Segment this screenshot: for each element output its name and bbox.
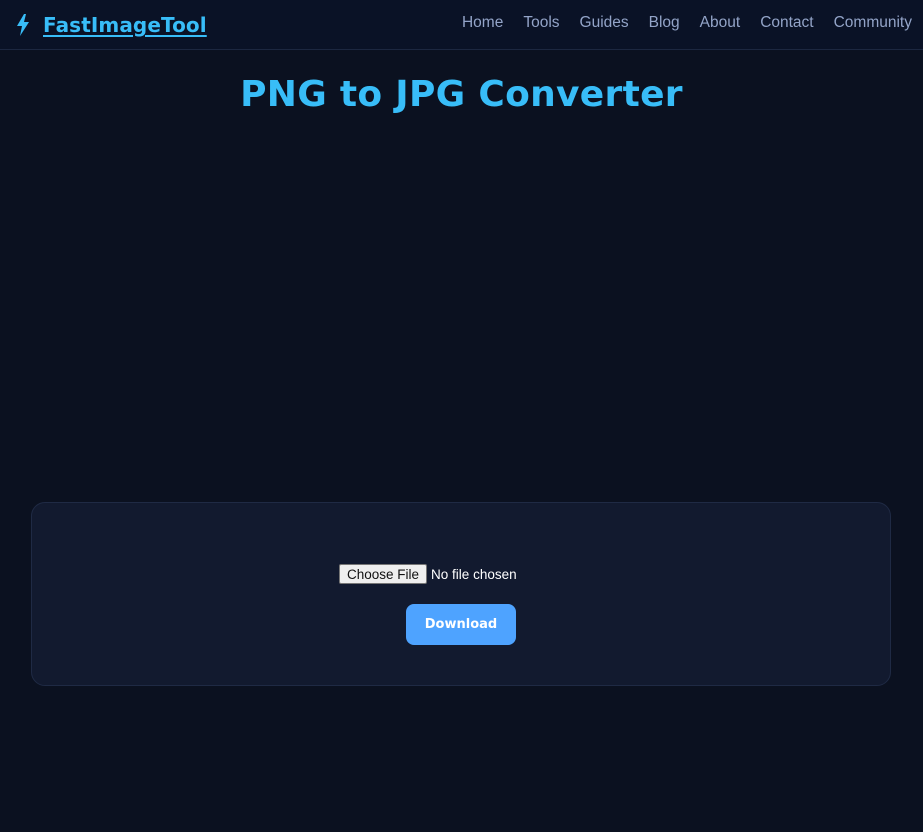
brand-name: FastImageTool <box>43 13 207 37</box>
nav-blog[interactable]: Blog <box>649 14 680 32</box>
nav-guides[interactable]: Guides <box>580 14 629 32</box>
download-button[interactable]: Download <box>406 604 516 645</box>
converter-panel: Choose File No file chosen Download <box>31 502 891 686</box>
choose-file-button[interactable]: Choose File <box>339 564 428 584</box>
lightning-bolt-icon <box>11 13 35 37</box>
nav-tools[interactable]: Tools <box>523 14 559 32</box>
nav-about[interactable]: About <box>700 14 741 32</box>
file-status-text: No file chosen <box>431 566 517 582</box>
nav-contact[interactable]: Contact <box>760 14 813 32</box>
nav-community[interactable]: Community <box>834 14 912 32</box>
file-input[interactable]: Choose File No file chosen <box>339 564 517 584</box>
brand-logo-link[interactable]: FastImageTool <box>11 11 207 39</box>
main-nav: Home Tools Guides Blog About Contact Com… <box>462 14 912 32</box>
page-title: PNG to JPG Converter <box>240 74 683 115</box>
nav-home[interactable]: Home <box>462 14 503 32</box>
top-navbar: FastImageTool Home Tools Guides Blog Abo… <box>0 0 923 50</box>
